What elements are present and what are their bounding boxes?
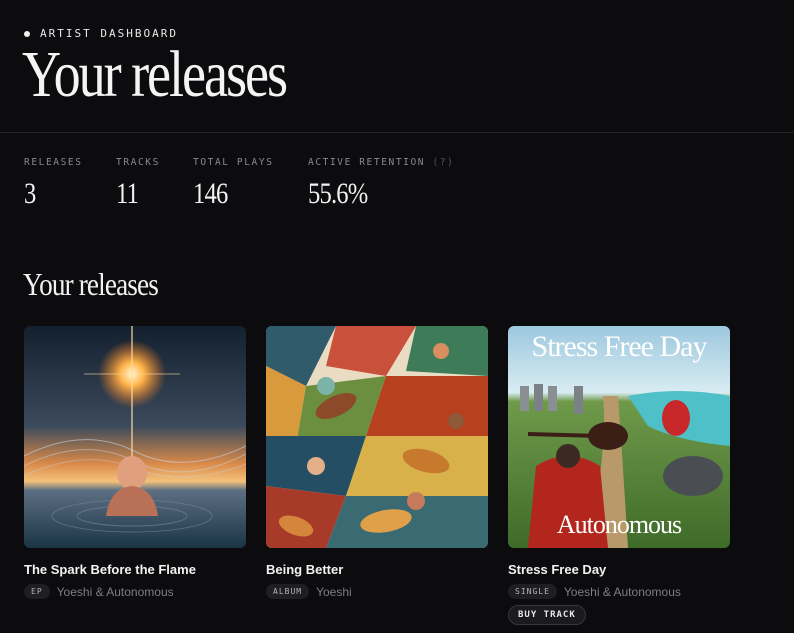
stat-label: TOTAL PLAYS [193,157,274,168]
release-cover-image[interactable]: Stress Free Day Autonomous [508,326,730,548]
release-title[interactable]: Stress Free Day [508,562,730,577]
release-type-badge: ALBUM [266,584,310,599]
release-artist: Yoeshi & Autonomous [56,584,174,599]
stat-value: 11 [116,177,139,210]
stat-value: 146 [193,177,228,210]
release-artist: Yoeshi [316,584,352,599]
stat-releases: RELEASES 3 [24,157,83,211]
release-title[interactable]: Being Better [266,562,488,577]
stat-label: ACTIVE RETENTION (?) [308,157,454,168]
stat-active-retention: ACTIVE RETENTION (?) 55.6% [308,157,454,211]
release-title[interactable]: The Spark Before the Flame [24,562,246,577]
release-card[interactable]: Stress Free Day Autonomous Stress Free D… [508,326,730,625]
section-title: Your releases [23,266,159,302]
retention-help-icon[interactable]: (?) [432,157,454,168]
cover-title-text: Stress Free Day [531,330,708,363]
stat-value: 3 [24,177,36,210]
divider [0,132,794,133]
release-cover-image[interactable] [266,326,488,548]
release-meta: EP Yoeshi & Autonomous [24,584,246,599]
stat-label: RELEASES [24,157,83,168]
stat-value: 55.6% [308,177,368,210]
release-card[interactable]: The Spark Before the Flame EP Yoeshi & A… [24,326,246,599]
stat-total-plays: TOTAL PLAYS 146 [193,157,274,211]
release-type-badge: EP [24,584,50,599]
stat-label-text: ACTIVE RETENTION [308,157,426,168]
release-artist: Yoeshi & Autonomous [563,584,681,599]
release-meta: ALBUM Yoeshi [266,584,488,599]
buy-track-button[interactable]: BUY TRACK [508,605,586,625]
cover-artist-text: Autonomous [556,510,682,539]
stat-label: TRACKS [116,157,160,168]
release-meta: SINGLE Yoeshi & Autonomous [508,584,730,599]
release-type-badge: SINGLE [508,584,557,599]
release-cover-image[interactable] [24,326,246,548]
release-card[interactable]: Being Better ALBUM Yoeshi [266,326,488,599]
stat-tracks: TRACKS 11 [116,157,160,211]
page-title: Your releases [22,38,288,111]
